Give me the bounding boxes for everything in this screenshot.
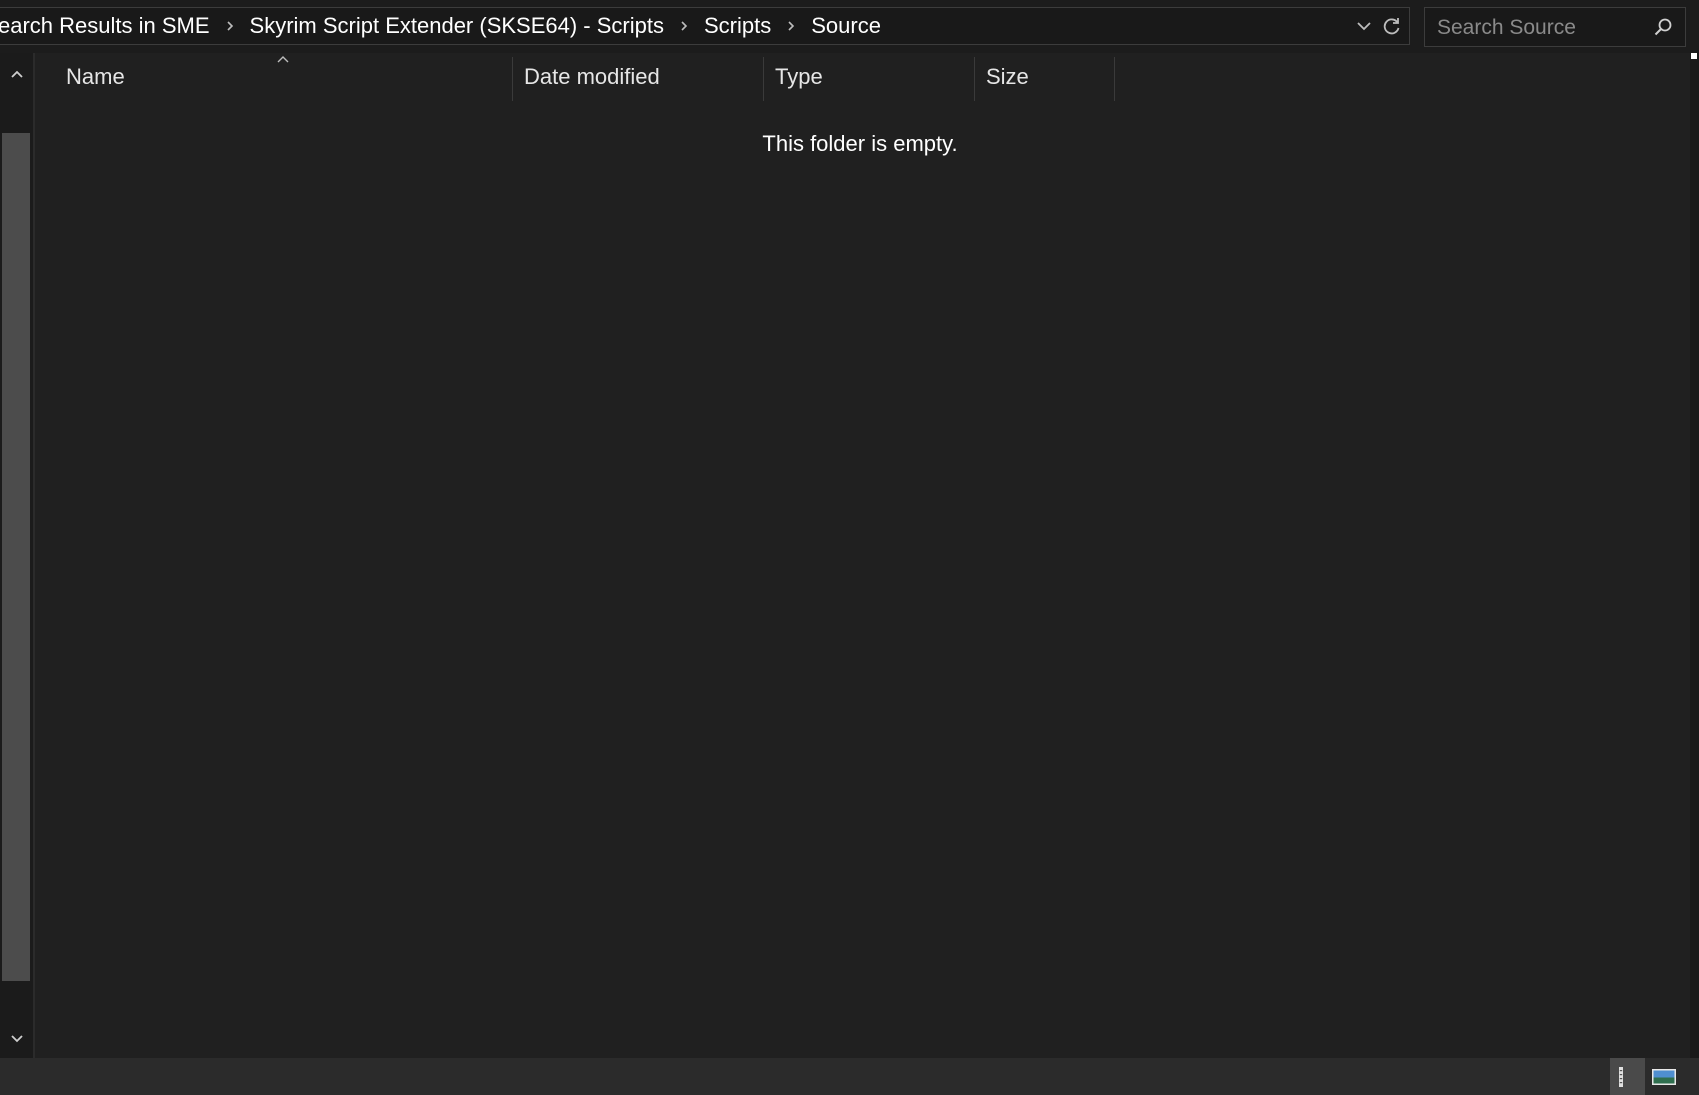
window-edge	[1691, 7, 1699, 47]
details-view-button[interactable]	[1610, 1058, 1645, 1095]
chevron-right-icon[interactable]	[218, 8, 242, 44]
status-bar	[0, 1058, 1699, 1095]
search-input[interactable]	[1435, 12, 1639, 44]
search-icon[interactable]	[1653, 17, 1673, 37]
column-header-type[interactable]: Type	[764, 53, 974, 101]
large-icons-view-icon	[1651, 1068, 1676, 1085]
search-box[interactable]	[1424, 7, 1686, 47]
chevron-down-icon	[10, 1034, 23, 1042]
history-dropdown-button[interactable]	[1353, 11, 1375, 41]
breadcrumb: earch Results in SME Skyrim Script Exten…	[0, 8, 1349, 44]
address-bar[interactable]: earch Results in SME Skyrim Script Exten…	[0, 7, 1410, 45]
breadcrumb-item-scripts[interactable]: Scripts	[696, 8, 779, 44]
column-header-size-label: Size	[986, 64, 1029, 89]
column-divider[interactable]	[1114, 57, 1115, 101]
details-view-icon	[1618, 1066, 1623, 1087]
refresh-icon	[1383, 18, 1400, 35]
refresh-button[interactable]	[1381, 11, 1403, 41]
breadcrumb-item-search-results[interactable]: earch Results in SME	[0, 8, 218, 44]
column-header-date-modified-label: Date modified	[524, 64, 660, 89]
column-header-date-modified[interactable]: Date modified	[513, 53, 763, 101]
scroll-down-button[interactable]	[0, 1023, 33, 1053]
column-header-type-label: Type	[775, 64, 823, 89]
column-headers: Name Date modified Type Size	[35, 53, 1115, 101]
empty-folder-message: This folder is empty.	[762, 131, 958, 156]
file-list[interactable]: Name Date modified Type Size This folder…	[35, 53, 1690, 1058]
navigation-pane-scrollbar[interactable]	[0, 53, 33, 1058]
chevron-down-icon	[1357, 22, 1371, 31]
file-explorer-window: earch Results in SME Skyrim Script Exten…	[0, 0, 1699, 1095]
chevron-right-icon[interactable]	[672, 8, 696, 44]
scrollbar-thumb[interactable]	[2, 133, 30, 981]
resize-marker	[1691, 53, 1697, 59]
column-header-name-label: Name	[66, 64, 125, 89]
sort-ascending-icon	[277, 56, 289, 63]
breadcrumb-item-skse64-scripts[interactable]: Skyrim Script Extender (SKSE64) - Script…	[242, 8, 672, 44]
large-icons-view-button[interactable]	[1646, 1058, 1681, 1095]
chevron-right-icon[interactable]	[779, 8, 803, 44]
breadcrumb-item-source[interactable]: Source	[803, 8, 889, 44]
column-header-name[interactable]: Name	[35, 53, 512, 101]
column-header-size[interactable]: Size	[975, 53, 1114, 101]
window-edge	[1690, 50, 1699, 1060]
chevron-up-icon	[10, 70, 23, 78]
scroll-up-button[interactable]	[0, 59, 33, 89]
